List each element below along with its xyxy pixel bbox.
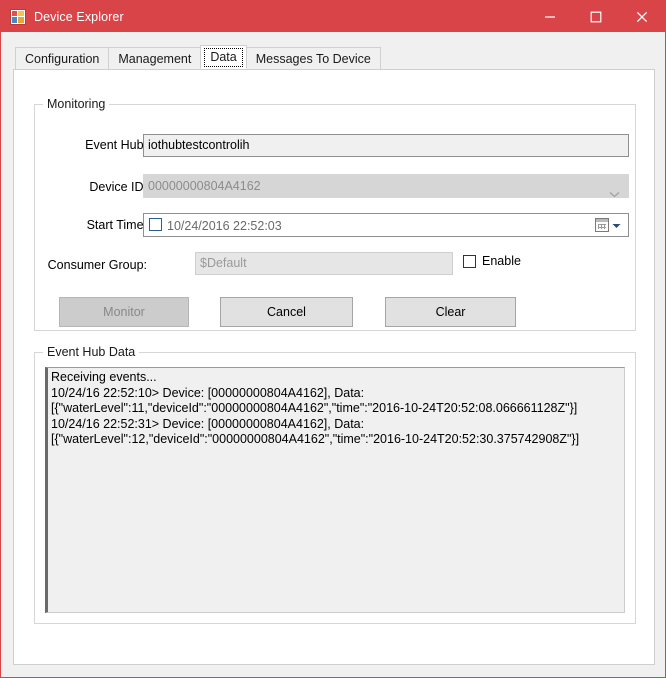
monitor-button[interactable]: Monitor: [59, 297, 189, 327]
maximize-icon: [590, 11, 602, 23]
close-icon: [636, 11, 648, 23]
log-line: Receiving events...: [51, 370, 157, 384]
start-time-checkbox[interactable]: [149, 218, 162, 232]
device-id-value: 00000000804A4162: [148, 179, 261, 193]
start-time-dropdown-button[interactable]: [590, 216, 626, 234]
event-hub-data-group-title: Event Hub Data: [43, 345, 140, 359]
app-window-icon: [10, 8, 26, 25]
enable-checkbox-label: Enable: [482, 254, 521, 268]
device-id-label: Device ID:: [89, 180, 147, 194]
tab-control: Configuration Management Data Messages T…: [13, 45, 655, 665]
tab-messages-to-device-label: Messages To Device: [255, 52, 371, 66]
tab-messages-to-device[interactable]: Messages To Device: [245, 47, 381, 69]
tab-management-label: Management: [118, 52, 192, 66]
calendar-icon: [595, 218, 609, 232]
tab-panel-data: Monitoring Event Hub: iothubtestcontroli…: [13, 69, 655, 665]
log-line: [{"waterLevel":11,"deviceId":"0000000080…: [51, 401, 578, 415]
event-hub-input[interactable]: iothubtestcontrolih: [143, 134, 629, 157]
chevron-down-icon: [609, 183, 620, 197]
maximize-button[interactable]: [573, 1, 619, 32]
title-bar: Device Explorer: [1, 1, 665, 32]
consumer-group-input[interactable]: $Default: [195, 252, 453, 275]
start-time-picker[interactable]: 10/24/2016 22:52:03: [143, 213, 629, 237]
client-area: Configuration Management Data Messages T…: [1, 32, 665, 677]
cancel-button[interactable]: Cancel: [220, 297, 353, 327]
event-hub-data-log[interactable]: Receiving events... 10/24/16 22:52:10> D…: [45, 367, 625, 613]
enable-checkbox-row[interactable]: Enable: [463, 254, 521, 268]
enable-checkbox[interactable]: [463, 254, 476, 268]
device-id-combobox[interactable]: 00000000804A4162: [143, 174, 629, 198]
tab-data[interactable]: Data: [200, 45, 247, 69]
monitoring-group-title: Monitoring: [43, 97, 110, 111]
start-time-value: 10/24/2016 22:52:03: [167, 218, 282, 233]
log-line: [{"waterLevel":12,"deviceId":"0000000080…: [51, 432, 580, 446]
tab-configuration-label: Configuration: [25, 52, 100, 66]
tab-data-label: Data: [210, 50, 237, 64]
log-line: 10/24/16 22:52:10> Device: [00000000804A…: [51, 385, 365, 400]
device-explorer-window: Device Explorer Configuration Management…: [0, 0, 666, 678]
minimize-icon: [544, 11, 556, 23]
close-button[interactable]: [619, 1, 665, 32]
clear-button[interactable]: Clear: [385, 297, 516, 327]
monitoring-group: Monitoring Event Hub: iothubtestcontroli…: [34, 97, 636, 331]
tab-configuration[interactable]: Configuration: [15, 47, 110, 69]
window-controls: [527, 1, 665, 32]
start-time-label: Start Time:: [86, 218, 147, 232]
consumer-group-label: Consumer Group:: [47, 258, 147, 272]
tab-management[interactable]: Management: [108, 47, 202, 69]
event-hub-label: Event Hub:: [85, 138, 147, 152]
chevron-down-icon: [612, 214, 621, 236]
log-line: 10/24/16 22:52:31> Device: [00000000804A…: [51, 416, 365, 431]
tab-strip: Configuration Management Data Messages T…: [13, 45, 655, 69]
event-hub-data-group: Event Hub Data Receiving events... 10/24…: [34, 345, 636, 624]
window-title: Device Explorer: [34, 9, 124, 24]
minimize-button[interactable]: [527, 1, 573, 32]
